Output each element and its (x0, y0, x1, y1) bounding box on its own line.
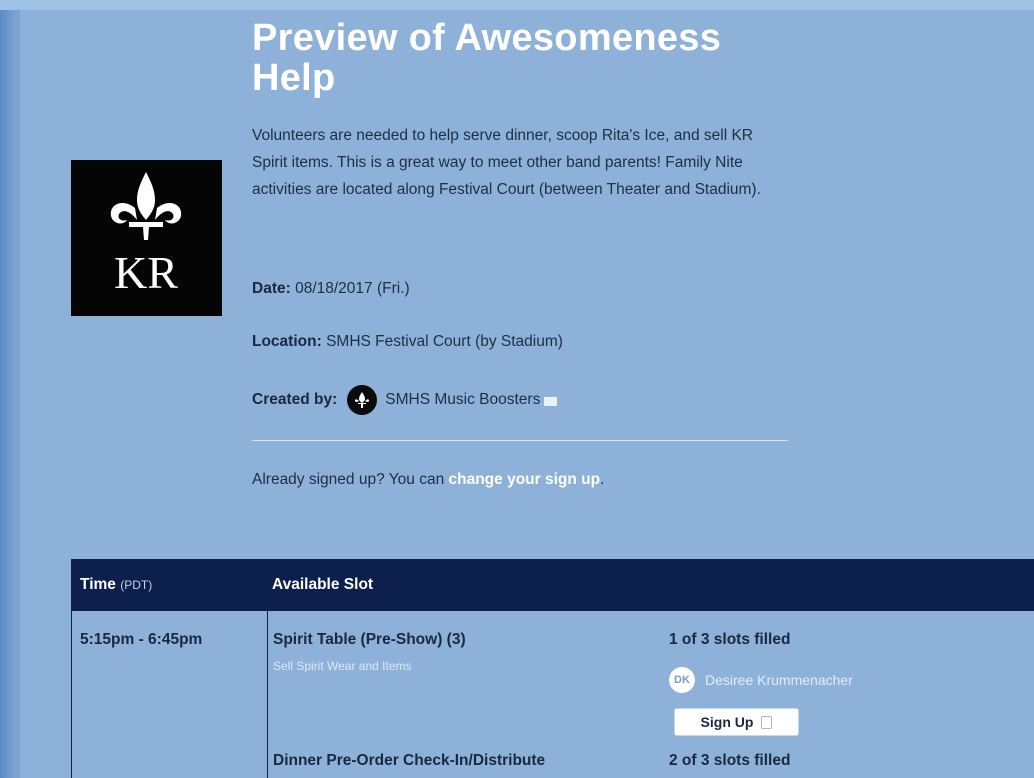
slots-table-header: Time (PDT) Available Slot (71, 559, 1034, 611)
already-signed-up-end: . (600, 471, 605, 488)
creator-name[interactable]: SMHS Music Boosters (385, 391, 540, 409)
volunteer-avatar: DK (669, 667, 695, 693)
volunteer-entry: DK Desiree Krummenacher (669, 667, 853, 693)
creator-avatar[interactable] (347, 385, 378, 415)
slot-column-header: Available Slot (272, 576, 374, 593)
slots-table-body: 5:15pm - 6:45pm Spirit Table (Pre-Show) … (71, 611, 1034, 778)
slot-subtitle: Sell Spirit Wear and Items (273, 659, 412, 673)
sign-up-button[interactable]: Sign Up (674, 708, 799, 736)
location-label: Location: (252, 333, 322, 350)
time-header-label: Time (80, 576, 116, 593)
envelope-icon[interactable] (544, 396, 558, 406)
created-by-label: Created by: (252, 391, 338, 408)
slots-filled-count: 1 of 3 slots filled (669, 631, 791, 648)
slots-filled-count: 2 of 3 slots filled (669, 752, 791, 769)
time-column-header: Time (PDT) (80, 576, 152, 594)
event-logo: KR (71, 160, 222, 316)
event-creator: Created by: SMHS Music Boosters (252, 385, 558, 415)
date-value: 08/18/2017 (Fri.) (295, 280, 410, 297)
location-value: SMHS Festival Court (by Stadium) (326, 333, 563, 350)
already-signed-up-prefix: Already signed up? You can (252, 471, 445, 488)
event-title: Preview of Awesomeness Help (252, 17, 722, 99)
already-signed-up-text: Already signed up? You can change your s… (252, 471, 604, 489)
slot-title: Spirit Table (Pre-Show) (3) (273, 631, 466, 648)
date-label: Date: (252, 280, 291, 297)
checkbox-icon (761, 715, 773, 729)
fleur-de-lis-icon (355, 392, 370, 408)
volunteer-name: Desiree Krummenacher (705, 672, 853, 688)
event-date: Date: 08/18/2017 (Fri.) (252, 280, 410, 298)
window-top-edge (0, 0, 1034, 10)
logo-monogram: KR (114, 247, 178, 298)
event-location: Location: SMHS Festival Court (by Stadiu… (252, 333, 563, 351)
slot-title: Dinner Pre-Order Check-In/Distribute (273, 752, 546, 769)
change-signup-link[interactable]: change your sign up (449, 471, 601, 488)
column-divider (267, 611, 268, 778)
timezone-label: (PDT) (120, 578, 153, 592)
sign-up-label: Sign Up (700, 714, 754, 730)
event-description: Volunteers are needed to help serve dinn… (252, 127, 761, 198)
section-divider (252, 440, 788, 441)
slot-time: 5:15pm - 6:45pm (80, 631, 203, 648)
